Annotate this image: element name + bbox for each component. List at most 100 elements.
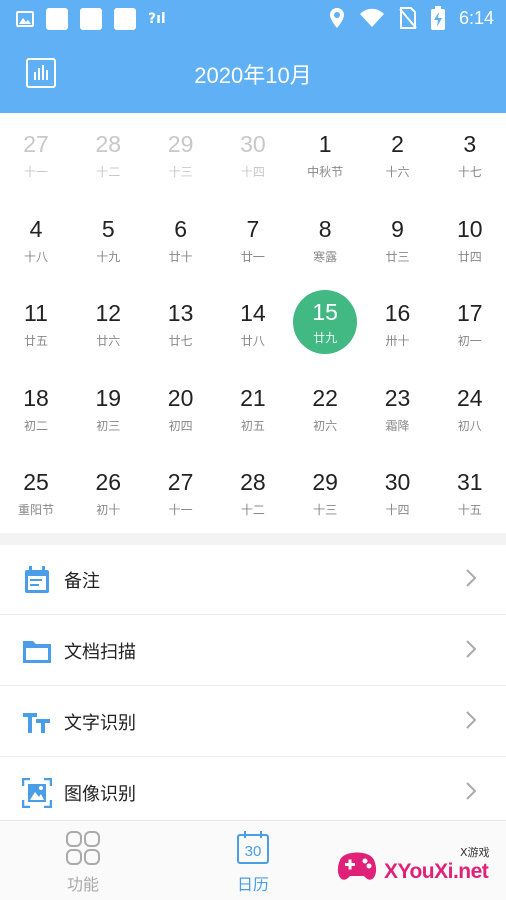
calendar-day[interactable]: 30 十四 xyxy=(362,451,434,535)
calendar-day[interactable]: 2 十六 xyxy=(362,113,434,197)
calendar-day[interactable]: 20 初四 xyxy=(145,367,217,451)
status-time: 6:14 xyxy=(458,7,494,28)
lunar-date: 十一 xyxy=(23,165,48,179)
day-number: 14 xyxy=(240,300,266,326)
calendar-day[interactable]: 29 十三 xyxy=(145,113,217,197)
day-number: 1 xyxy=(318,131,332,157)
calendar-day[interactable]: 27 十一 xyxy=(145,451,217,535)
calendar-day[interactable]: 21 初五 xyxy=(217,367,289,451)
day-number: 23 xyxy=(384,384,411,411)
calendar-icon: 30 xyxy=(237,831,269,864)
lunar-date: 初六 xyxy=(313,418,338,433)
day-number: 20 xyxy=(167,384,194,411)
calendar-day[interactable]: 16 卅十 xyxy=(362,282,434,366)
lunar-date: 十五 xyxy=(457,503,482,517)
nav-tab-calendar[interactable]: 30 日历 xyxy=(208,831,298,895)
calendar-day[interactable]: 7 廿一 xyxy=(217,198,289,282)
day-number: 13 xyxy=(167,300,194,326)
app-icon xyxy=(80,8,102,30)
watermark-tag: X游戏 xyxy=(460,846,490,859)
calendar-day[interactable]: 23 霜降 xyxy=(362,367,434,451)
lunar-date: 十九 xyxy=(96,249,121,264)
calendar-day[interactable]: 29 十三 xyxy=(289,451,361,535)
calendar-day[interactable]: 24 初八 xyxy=(434,367,506,451)
day-number: 30 xyxy=(240,131,266,157)
calendar-day[interactable]: 28 十二 xyxy=(72,113,144,197)
lunar-date: 廿七 xyxy=(168,334,193,348)
calendar-day[interactable]: 19 初三 xyxy=(72,367,144,451)
calendar-day[interactable]: 12 廿六 xyxy=(72,282,144,366)
lunar-date: 十八 xyxy=(23,249,48,264)
lunar-date: 廿三 xyxy=(385,249,410,264)
text-recognition-icon xyxy=(23,713,50,733)
calendar-day[interactable]: 22 初六 xyxy=(289,367,361,451)
calendar-day[interactable]: 26 初十 xyxy=(72,451,144,535)
nav-tab-functions[interactable]: 功能 xyxy=(38,831,128,895)
calendar-day[interactable]: 1 中秋节 xyxy=(289,113,361,197)
calendar-day[interactable]: 9 廿三 xyxy=(362,198,434,282)
menu-item-text-recognition[interactable]: 文字识别 xyxy=(0,687,506,757)
lunar-date: 十六 xyxy=(385,165,410,179)
day-number: 17 xyxy=(457,300,483,326)
gamepad-logo-icon xyxy=(337,852,377,880)
lunar-date: 十四 xyxy=(385,503,410,517)
day-number: 25 xyxy=(23,469,49,495)
day-number: 27 xyxy=(167,469,194,495)
day-number: 4 xyxy=(29,215,43,242)
calendar-day[interactable]: 25 重阳节 xyxy=(0,451,72,535)
lunar-date: 初五 xyxy=(240,418,265,433)
chevron-right-icon xyxy=(466,782,476,800)
calendar-day[interactable]: 31 十五 xyxy=(434,451,506,535)
app-icon xyxy=(114,8,136,30)
lunar-date: 初八 xyxy=(457,418,482,433)
calendar-day[interactable]: 14 廿八 xyxy=(217,282,289,366)
lunar-date: 霜降 xyxy=(385,418,410,433)
day-number: 30 xyxy=(384,469,411,495)
watermark-brand: XYouXi.net xyxy=(384,860,489,883)
day-number: 15 xyxy=(312,299,338,325)
month-title[interactable]: 2020年10月 xyxy=(0,58,506,90)
lunar-date: 中秋节 xyxy=(307,165,344,179)
day-number: 28 xyxy=(95,131,122,157)
day-number: 6 xyxy=(174,215,187,242)
menu-item-label: 图像识别 xyxy=(64,784,136,805)
day-number: 12 xyxy=(95,300,122,326)
calendar-day[interactable]: 30 十四 xyxy=(217,113,289,197)
calendar-day[interactable]: 28 十二 xyxy=(217,451,289,535)
day-number: 5 xyxy=(101,215,115,242)
lunar-date: 廿六 xyxy=(96,334,121,348)
day-number: 8 xyxy=(318,215,332,242)
calendar-day[interactable]: 10 廿四 xyxy=(434,198,506,282)
calendar-day[interactable]: 6 廿十 xyxy=(145,198,217,282)
lunar-date: 十四 xyxy=(240,165,265,179)
chevron-right-icon xyxy=(466,711,476,729)
day-number: 7 xyxy=(246,215,260,242)
calendar-day[interactable]: 4 十八 xyxy=(0,198,72,282)
calendar-day[interactable]: 18 初二 xyxy=(0,367,72,451)
calendar-day[interactable]: 5 十九 xyxy=(72,198,144,282)
signal-icon: ?ıl xyxy=(148,11,166,27)
menu-item-document-scan[interactable]: 文档扫描 xyxy=(0,616,506,686)
calendar-day[interactable]: 17 初一 xyxy=(434,282,506,366)
day-number: 29 xyxy=(167,131,194,157)
calendar-day[interactable]: 8 寒露 xyxy=(289,198,361,282)
day-number: 22 xyxy=(312,384,338,411)
lunar-date: 廿一 xyxy=(240,249,265,264)
lunar-date: 初四 xyxy=(168,418,193,433)
day-number: 21 xyxy=(240,384,266,411)
day-number: 28 xyxy=(240,469,266,495)
calendar-day-selected[interactable]: 15 廿九 xyxy=(289,282,361,366)
menu-item-image-recognition[interactable]: 图像识别 xyxy=(0,758,506,828)
calendar-day[interactable]: 13 廿七 xyxy=(145,282,217,366)
calendar-day[interactable]: 27 十一 xyxy=(0,113,72,197)
menu-item-notes[interactable]: 备注 xyxy=(0,545,506,615)
calendar-day[interactable]: 3 十七 xyxy=(434,113,506,197)
grid-icon xyxy=(66,831,100,865)
lunar-date: 初三 xyxy=(96,418,121,433)
day-number: 19 xyxy=(95,384,122,411)
calendar-icon-number: 30 xyxy=(245,843,262,860)
calendar-grid: 27 十一 28 十二 29 十三 30 十四 1 中秋节 2 十六 3 十七 4 十八 5 十九 6 廿十 7 廿一 8 寒… xyxy=(0,113,506,533)
lunar-date: 廿八 xyxy=(240,334,265,348)
calendar-day[interactable]: 11 廿五 xyxy=(0,282,72,366)
day-number: 2 xyxy=(391,131,404,157)
